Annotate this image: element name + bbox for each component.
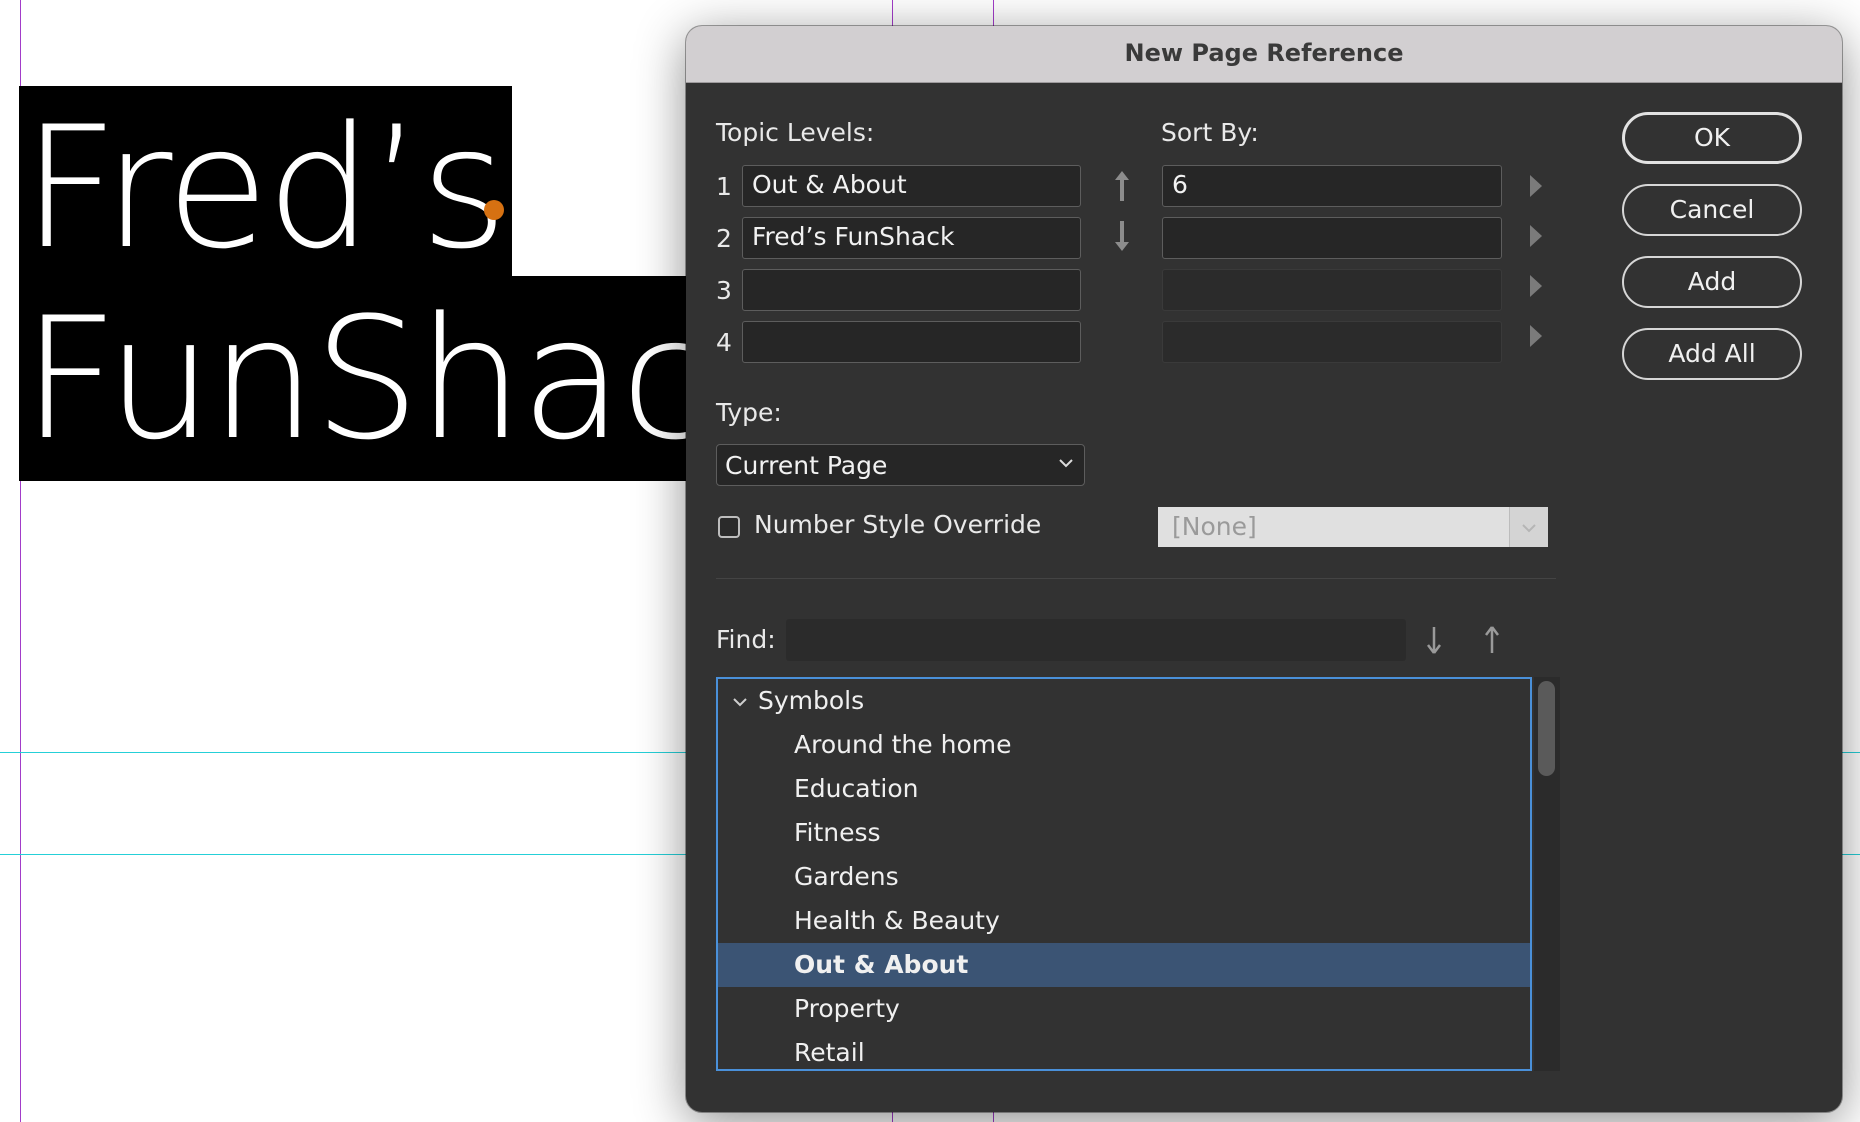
topic-list-scroll-thumb[interactable]	[1538, 681, 1555, 776]
sort-by-3-input	[1162, 269, 1502, 311]
type-dropdown[interactable]: Current Page	[716, 444, 1085, 486]
topic-list-item-selected[interactable]: Out & About	[718, 943, 1530, 987]
topic-list-item[interactable]: Gardens	[718, 855, 1530, 899]
topic-list-item[interactable]: Education	[718, 767, 1530, 811]
level-number: 1	[716, 172, 732, 201]
topic-item-label: Gardens	[794, 862, 899, 891]
new-page-reference-dialog: New Page Reference Topic Levels: Sort By…	[686, 26, 1842, 1112]
document-heading-line1[interactable]: Fred’s	[22, 104, 508, 272]
topic-item-label: Around the home	[794, 730, 1012, 759]
sort-by-4-input	[1162, 321, 1502, 363]
topic-item-label: Health & Beauty	[794, 906, 1000, 935]
level-number: 2	[716, 224, 732, 253]
find-input[interactable]	[786, 619, 1406, 661]
text-cursor-marker	[484, 200, 504, 220]
topic-item-label: Out & About	[794, 950, 969, 979]
add-all-button[interactable]: Add All	[1622, 328, 1802, 380]
topic-list-item[interactable]: Health & Beauty	[718, 899, 1530, 943]
topic-levels-label: Topic Levels:	[716, 118, 875, 147]
move-down-arrow-icon[interactable]	[1112, 219, 1132, 253]
sort-by-label: Sort By:	[1161, 118, 1259, 147]
topic-level-3-input[interactable]	[742, 269, 1081, 311]
number-style-override-checkbox[interactable]	[718, 516, 740, 538]
sort-by-2-input[interactable]	[1162, 217, 1502, 259]
topic-item-label: Fitness	[794, 818, 881, 847]
sort-by-1-input[interactable]: 6	[1162, 165, 1502, 207]
play-arrow-icon[interactable]	[1530, 275, 1542, 297]
topic-group-symbols[interactable]: Symbols	[718, 679, 1530, 723]
chevron-down-icon	[1059, 459, 1073, 468]
ok-button[interactable]: OK	[1622, 112, 1802, 164]
type-label: Type:	[716, 398, 782, 427]
topic-list-item[interactable]: Retail	[718, 1031, 1530, 1069]
topic-list-item[interactable]: Property	[718, 987, 1530, 1031]
level-number: 3	[716, 276, 732, 305]
topic-list-item[interactable]: Fitness	[718, 811, 1530, 855]
topic-item-label: Property	[794, 994, 900, 1023]
topic-level-2-input[interactable]: Fred’s FunShack	[742, 217, 1081, 259]
number-style-dropdown: [None]	[1158, 507, 1548, 547]
play-arrow-icon[interactable]	[1530, 325, 1542, 347]
add-button[interactable]: Add	[1622, 256, 1802, 308]
chevron-down-icon	[1522, 524, 1536, 533]
topic-level-4-input[interactable]	[742, 321, 1081, 363]
topic-list[interactable]: Symbols Around the home Education Fitnes…	[716, 677, 1532, 1071]
number-style-dropdown-toggle	[1509, 507, 1548, 547]
play-arrow-icon[interactable]	[1530, 175, 1542, 197]
find-label: Find:	[716, 625, 776, 654]
topic-item-label: Education	[794, 774, 919, 803]
topic-item-label: Retail	[794, 1038, 865, 1067]
divider	[716, 578, 1556, 579]
topic-level-1-input[interactable]: Out & About	[742, 165, 1081, 207]
cancel-button[interactable]: Cancel	[1622, 184, 1802, 236]
dialog-title: New Page Reference	[1124, 39, 1404, 67]
dialog-titlebar[interactable]: New Page Reference	[686, 26, 1842, 83]
number-style-override-label[interactable]: Number Style Override	[754, 510, 1041, 539]
type-dropdown-value: Current Page	[725, 451, 888, 480]
level-number: 4	[716, 328, 732, 357]
topic-list-item[interactable]: Around the home	[718, 723, 1530, 767]
move-up-arrow-icon[interactable]	[1112, 169, 1132, 203]
number-style-value: [None]	[1172, 512, 1257, 541]
disclosure-chevron-icon[interactable]	[732, 696, 748, 708]
find-next-arrow-icon[interactable]	[1424, 623, 1444, 657]
play-arrow-icon[interactable]	[1530, 225, 1542, 247]
find-previous-arrow-icon[interactable]	[1482, 623, 1502, 657]
topic-group-label: Symbols	[758, 686, 865, 715]
